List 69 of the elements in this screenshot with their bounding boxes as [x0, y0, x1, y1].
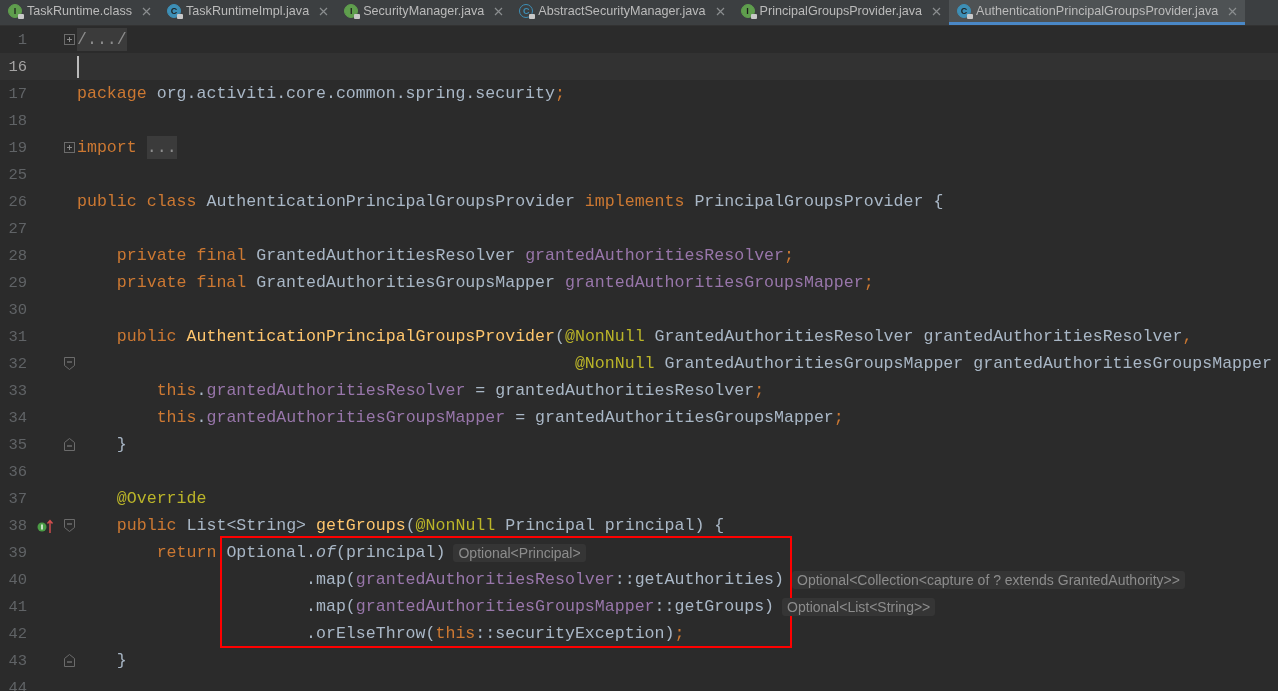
- line-number: 25: [7, 165, 27, 184]
- close-icon[interactable]: [932, 6, 941, 16]
- close-icon[interactable]: [319, 6, 329, 16]
- fold-collapse-icon[interactable]: [64, 357, 75, 370]
- line-number: 41: [7, 597, 27, 616]
- file-tab[interactable]: I TaskRuntime.class: [0, 0, 159, 25]
- code-line: .map(grantedAuthoritiesResolver::getAuthorities): [305, 570, 785, 589]
- line-number: 26: [7, 192, 27, 211]
- inlay-type-hint: Optional<Collection<capture of ? extends GrantedAuthority>>: [792, 570, 1185, 589]
- line-number: 30: [7, 300, 27, 319]
- code-line: public class AuthenticationPrincipalGroupsProvider implements PrincipalGroupsProvider {: [77, 192, 944, 211]
- code-line: public List<String> getGroups(@NonNull Principal principal) {: [115, 516, 725, 535]
- line-number: 1: [16, 30, 27, 49]
- fold-expand-icon[interactable]: [64, 142, 75, 153]
- close-icon[interactable]: [142, 6, 151, 16]
- line-number: 17: [7, 84, 27, 103]
- file-type-icon: I: [344, 4, 359, 18]
- line-number: 16: [7, 57, 27, 76]
- close-icon[interactable]: [494, 6, 504, 16]
- code-line: private final GrantedAuthoritiesGroupsMapper grantedAuthoritiesGroupsMapper;: [115, 273, 874, 292]
- close-icon[interactable]: [1228, 6, 1238, 16]
- code-line: .map(grantedAuthoritiesGroupsMapper::getGroups): [305, 597, 775, 616]
- code-line: package org.activiti.core.common.spring.security;: [77, 84, 565, 103]
- line-number: 32: [7, 354, 27, 373]
- code-line: private final GrantedAuthoritiesResolver grantedAuthoritiesResolver;: [115, 246, 794, 265]
- line-number: 33: [7, 381, 27, 400]
- code-line: import ...: [77, 138, 177, 157]
- line-number: 34: [7, 408, 27, 427]
- code-line: @NonNull GrantedAuthoritiesGroupsMapper grantedAuthoritiesGroupsMapper: [573, 354, 1272, 373]
- fold-collapse-icon[interactable]: [64, 519, 75, 532]
- line-number: 40: [7, 570, 27, 589]
- line-number: 38: [7, 516, 27, 535]
- fold-end-icon[interactable]: [64, 654, 75, 667]
- implements-override-icon[interactable]: [36, 518, 55, 533]
- file-tab[interactable]: I PrincipalGroupsProvider.java: [732, 0, 949, 25]
- code-line: this.grantedAuthoritiesResolver = grantedAuthoritiesResolver;: [155, 381, 765, 400]
- file-tab[interactable]: C AbstractSecurityManager.java: [511, 0, 733, 25]
- line-number: 31: [7, 327, 27, 346]
- code-line: public AuthenticationPrincipalGroupsProvider(@NonNull GrantedAuthoritiesResolver grantedAuthoritiesResolver,: [115, 327, 1193, 346]
- code-line: this.grantedAuthoritiesGroupsMapper = grantedAuthoritiesGroupsMapper;: [155, 408, 844, 427]
- file-tab[interactable]: C TaskRuntimeImpl.java: [159, 0, 337, 25]
- code-line: .orElseThrow(this::securityException);: [305, 624, 685, 643]
- code-line: @Override: [115, 489, 207, 508]
- line-number: 36: [7, 462, 27, 481]
- file-type-icon: C: [957, 4, 971, 18]
- fold-end-icon[interactable]: [64, 438, 75, 451]
- code-line: return Optional.of(principal): [155, 543, 446, 562]
- fold-expand-icon[interactable]: [64, 34, 75, 45]
- inlay-type-hint: Optional<Principal>: [453, 543, 586, 562]
- line-number: 35: [7, 435, 27, 454]
- code-line: }: [115, 435, 127, 454]
- code-line: }: [115, 651, 127, 670]
- line-number: 27: [7, 219, 27, 238]
- file-tab[interactable]: C AuthenticationPrincipalGroupsProvider.java: [949, 0, 1246, 25]
- inlay-type-hint: Optional<List<String>>: [782, 597, 936, 616]
- line-number: 37: [7, 489, 27, 508]
- line-number: 19: [7, 138, 27, 157]
- line-number: 42: [7, 624, 27, 643]
- line-number: 39: [7, 543, 27, 562]
- file-type-icon: C: [167, 4, 181, 18]
- line-number: 44: [7, 678, 27, 691]
- file-type-icon: I: [740, 4, 755, 18]
- line-number: 29: [7, 273, 27, 292]
- file-tab[interactable]: I SecurityManager.java: [336, 0, 512, 25]
- line-number: 43: [7, 651, 27, 670]
- line-number: 18: [7, 111, 27, 130]
- close-icon[interactable]: [715, 6, 725, 16]
- line-number: 28: [7, 246, 27, 265]
- file-type-icon: I: [8, 4, 22, 18]
